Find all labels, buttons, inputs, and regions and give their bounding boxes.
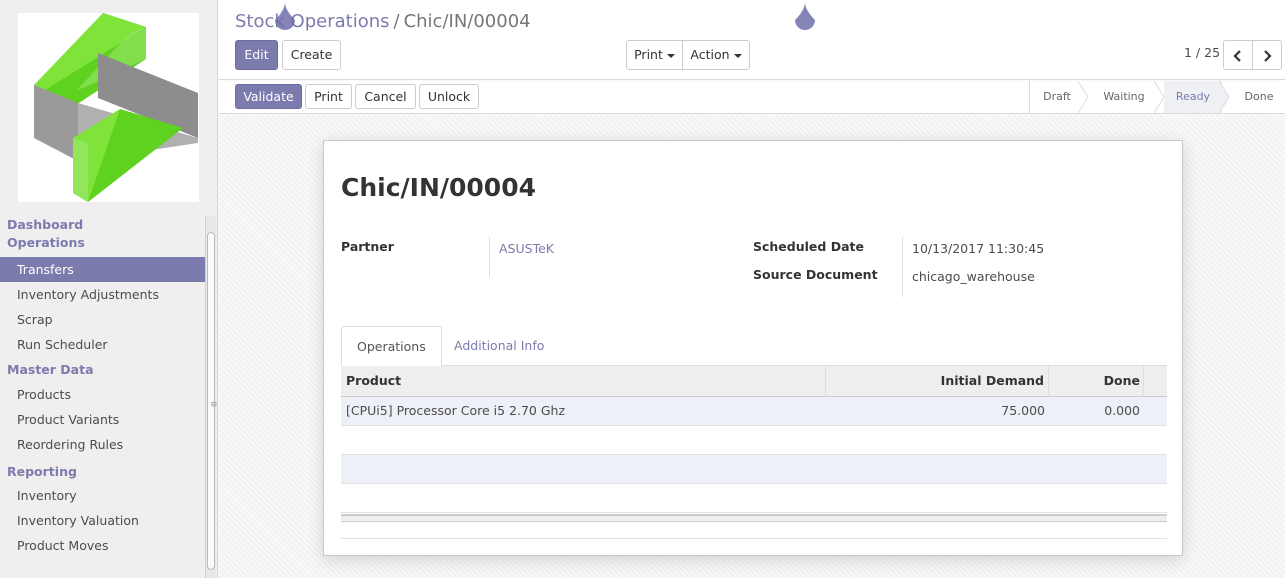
sidebar-item-transfers[interactable]: Transfers: [0, 257, 205, 282]
create-button[interactable]: Create: [282, 40, 341, 70]
sidebar-item-product-variants[interactable]: Product Variants: [0, 407, 205, 432]
cell-product: [CPUi5] Processor Core i5 2.70 Ghz: [346, 403, 566, 418]
control-panel: Stock Operations / Chic/IN/00004 Edit Crea…: [219, 0, 1285, 80]
menu-section-operations: Operations: [7, 235, 85, 250]
breadcrumb-parent-link[interactable]: Stock Operations: [235, 11, 390, 32]
edit-button[interactable]: Edit: [235, 40, 278, 70]
stage-draft: Draft: [1043, 90, 1071, 103]
scheduled-date-value: 10/13/2017 11:30:45: [912, 241, 1045, 256]
table-header: Product Initial Demand Done: [341, 366, 1167, 397]
notebook-tabs: Operations Additional Info: [341, 326, 1167, 367]
field-separator: [489, 237, 490, 277]
divider: [341, 538, 1167, 539]
source-document-value: chicago_warehouse: [912, 269, 1035, 284]
action-dropdown-label: Action: [690, 47, 730, 62]
table-row[interactable]: [CPUi5] Processor Core i5 2.70 Ghz 75.00…: [341, 397, 1167, 426]
operations-table: Product Initial Demand Done [CPUi5] Proc…: [341, 366, 1167, 522]
caret-down-icon: [733, 53, 742, 58]
form-sheet: Chic/IN/00004 Partner ASUSTeK Scheduled …: [323, 140, 1183, 556]
scheduled-date-label: Scheduled Date: [753, 239, 864, 254]
sidebar-item-products[interactable]: Products: [0, 382, 205, 407]
scroll-grip-icon: ≡: [210, 400, 218, 410]
table-row-empty: [341, 426, 1167, 455]
pager-next-button[interactable]: [1252, 40, 1282, 70]
column-header-done[interactable]: Done: [1104, 366, 1140, 397]
menu-section-reporting: Reporting: [7, 464, 77, 479]
pager-previous-button[interactable]: [1223, 40, 1253, 70]
print-dropdown-button[interactable]: Print: [626, 40, 683, 70]
statusbar: Validate Print Cancel Unlock Draft Waiti…: [219, 81, 1285, 114]
table-row-empty: [341, 484, 1167, 513]
breadcrumb-current: Chic/IN/00004: [403, 11, 531, 32]
record-title: Chic/IN/00004: [341, 173, 536, 202]
print-button[interactable]: Print: [305, 84, 352, 109]
partner-label: Partner: [341, 239, 394, 254]
sidebar-scrollbar[interactable]: ≡: [205, 216, 218, 578]
menu-section-master-data: Master Data: [7, 362, 94, 377]
sidebar-item-run-scheduler[interactable]: Run Scheduler: [0, 332, 205, 357]
tab-operations[interactable]: Operations: [341, 326, 442, 367]
cancel-button[interactable]: Cancel: [355, 84, 416, 109]
stage-ready: Ready: [1164, 81, 1222, 113]
company-logo-graphic: [34, 13, 198, 202]
cell-done: 0.000: [1104, 403, 1140, 418]
column-separator: [1143, 366, 1144, 397]
validate-button[interactable]: Validate: [235, 84, 302, 109]
sidebar: Dashboard Operations Transfers Inventory…: [0, 0, 218, 578]
touch-drop-icon: [795, 2, 815, 30]
cell-initial-demand: 75.000: [1001, 403, 1045, 418]
source-document-label: Source Document: [753, 267, 878, 282]
table-row-empty: [341, 455, 1167, 484]
caret-down-icon: [666, 53, 675, 58]
unlock-button[interactable]: Unlock: [419, 84, 479, 109]
stage-done: Done: [1244, 90, 1274, 103]
tab-additional-info[interactable]: Additional Info: [439, 326, 559, 367]
sidebar-scrollbar-thumb[interactable]: ≡: [207, 232, 218, 570]
field-separator: [902, 237, 903, 297]
action-dropdown-button[interactable]: Action: [682, 40, 750, 70]
partner-link[interactable]: ASUSTeK: [499, 241, 554, 257]
table-footer: [341, 514, 1167, 522]
column-header-initial-demand[interactable]: Initial Demand: [941, 366, 1044, 397]
chevron-right-icon: [1264, 49, 1272, 62]
sidebar-item-inventory-valuation[interactable]: Inventory Valuation: [0, 508, 205, 533]
sidebar-menu: Dashboard Operations Transfers Inventory…: [0, 216, 205, 558]
breadcrumb-separator: /: [393, 11, 400, 32]
company-logo[interactable]: [18, 13, 199, 202]
menu-section-dashboard[interactable]: Dashboard: [0, 216, 205, 234]
print-dropdown-label: Print: [634, 47, 663, 62]
sidebar-item-reordering-rules[interactable]: Reordering Rules: [0, 432, 205, 457]
chevron-left-icon: [1233, 49, 1241, 62]
sidebar-item-inventory[interactable]: Inventory: [0, 483, 205, 508]
stage-indicator: Draft Waiting Ready Done: [1029, 81, 1285, 113]
sidebar-item-inventory-adjustments[interactable]: Inventory Adjustments: [0, 282, 205, 307]
column-separator: [825, 366, 826, 397]
stage-waiting: Waiting: [1103, 90, 1145, 103]
pager-value[interactable]: 1 / 25: [1184, 45, 1220, 60]
sidebar-item-product-moves[interactable]: Product Moves: [0, 533, 205, 558]
column-separator: [1048, 366, 1049, 397]
sidebar-item-scrap[interactable]: Scrap: [0, 307, 205, 332]
stage-arrow-icon: [1219, 81, 1230, 113]
touch-drop-icon: [275, 2, 295, 30]
column-header-product[interactable]: Product: [346, 366, 401, 397]
